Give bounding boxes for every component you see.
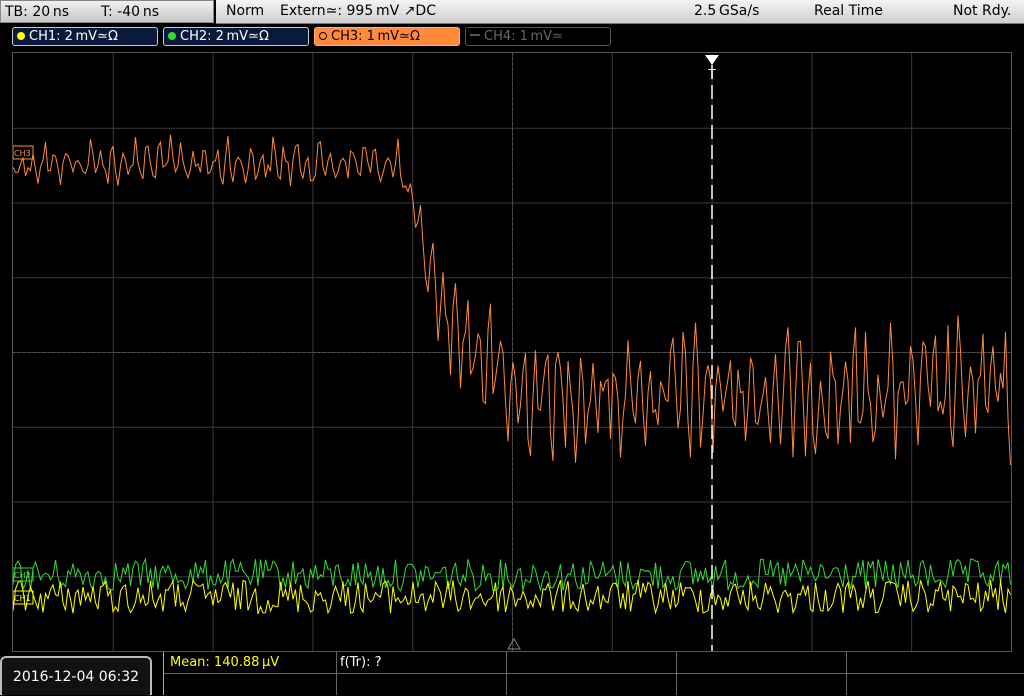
trigger-source: Extern≃: 995 mV ↗DC xyxy=(280,3,436,19)
ch3-dot-icon xyxy=(319,32,327,40)
datetime-display: 2016-12-04 06:32 xyxy=(0,656,152,695)
ch1-dot-icon xyxy=(17,32,25,40)
ch2-level-marker[interactable]: CH2 xyxy=(12,567,34,582)
timebase-panel[interactable]: TB: 20 ns T: -40 ns xyxy=(0,0,214,23)
measurement-grid xyxy=(164,652,1024,695)
ch3-marker-label: CH3 xyxy=(14,149,31,158)
channel-4-tab[interactable]: CH4: 1 mV≃ xyxy=(465,27,611,46)
channel-1-tab[interactable]: CH1: 2 mV≃Ω xyxy=(12,27,158,46)
ch1-marker-label: CH1 xyxy=(14,594,31,603)
ch3-level-marker[interactable]: CH3 xyxy=(12,145,34,160)
channel-3-tab[interactable]: CH3: 1 mV≃Ω xyxy=(314,27,460,46)
ch2-marker-label: CH2 xyxy=(14,571,31,580)
ch1-label: CH1: 2 mV≃Ω xyxy=(29,29,118,44)
mean-measurement[interactable]: Mean: 140.88 µV xyxy=(170,652,279,673)
trigger-marker-label: T xyxy=(707,67,716,81)
ch3-label: CH3: 1 mV≃Ω xyxy=(331,29,420,44)
trigger-reference-icon xyxy=(507,638,521,650)
ch4-label: CH4: 1 mV≃ xyxy=(484,29,563,44)
ch2-label: CH2: 2 mV≃Ω xyxy=(180,29,269,44)
waveform-svg: T CH3 CH2 CH1 xyxy=(12,53,1011,651)
rise-time-frequency-measurement[interactable]: f(Tr): ? xyxy=(340,652,382,673)
trigger-time-label: T: -40 ns xyxy=(101,4,160,20)
trigger-mode: Norm xyxy=(226,3,265,19)
acquisition-mode: Real Time xyxy=(814,3,883,19)
measurement-panel[interactable]: Mean: 140.88 µV f(Tr): ? xyxy=(163,652,1024,695)
timebase-label: TB: 20 ns xyxy=(5,4,70,20)
bottom-bar: 2016-12-04 06:32 Mean: 140.88 µV f(Tr): … xyxy=(0,652,1024,695)
ch2-dot-icon xyxy=(168,32,176,40)
status-bar[interactable]: Norm Extern≃: 995 mV ↗DC 2.5 GSa/s Real … xyxy=(216,0,1024,24)
graticule xyxy=(13,53,1011,651)
ch4-off-icon xyxy=(470,34,480,36)
ch3-trace xyxy=(12,134,1011,466)
acquisition-state: Not Rdy. xyxy=(953,3,1012,19)
ch2-trace xyxy=(12,557,1011,592)
channel-2-tab[interactable]: CH2: 2 mV≃Ω xyxy=(163,27,309,46)
top-bar: TB: 20 ns T: -40 ns Norm Extern≃: 995 mV… xyxy=(0,0,1024,25)
sample-rate: 2.5 GSa/s xyxy=(694,3,760,19)
trigger-arrow-icon xyxy=(705,55,719,65)
waveform-display[interactable]: T CH3 CH2 CH1 xyxy=(12,52,1012,652)
